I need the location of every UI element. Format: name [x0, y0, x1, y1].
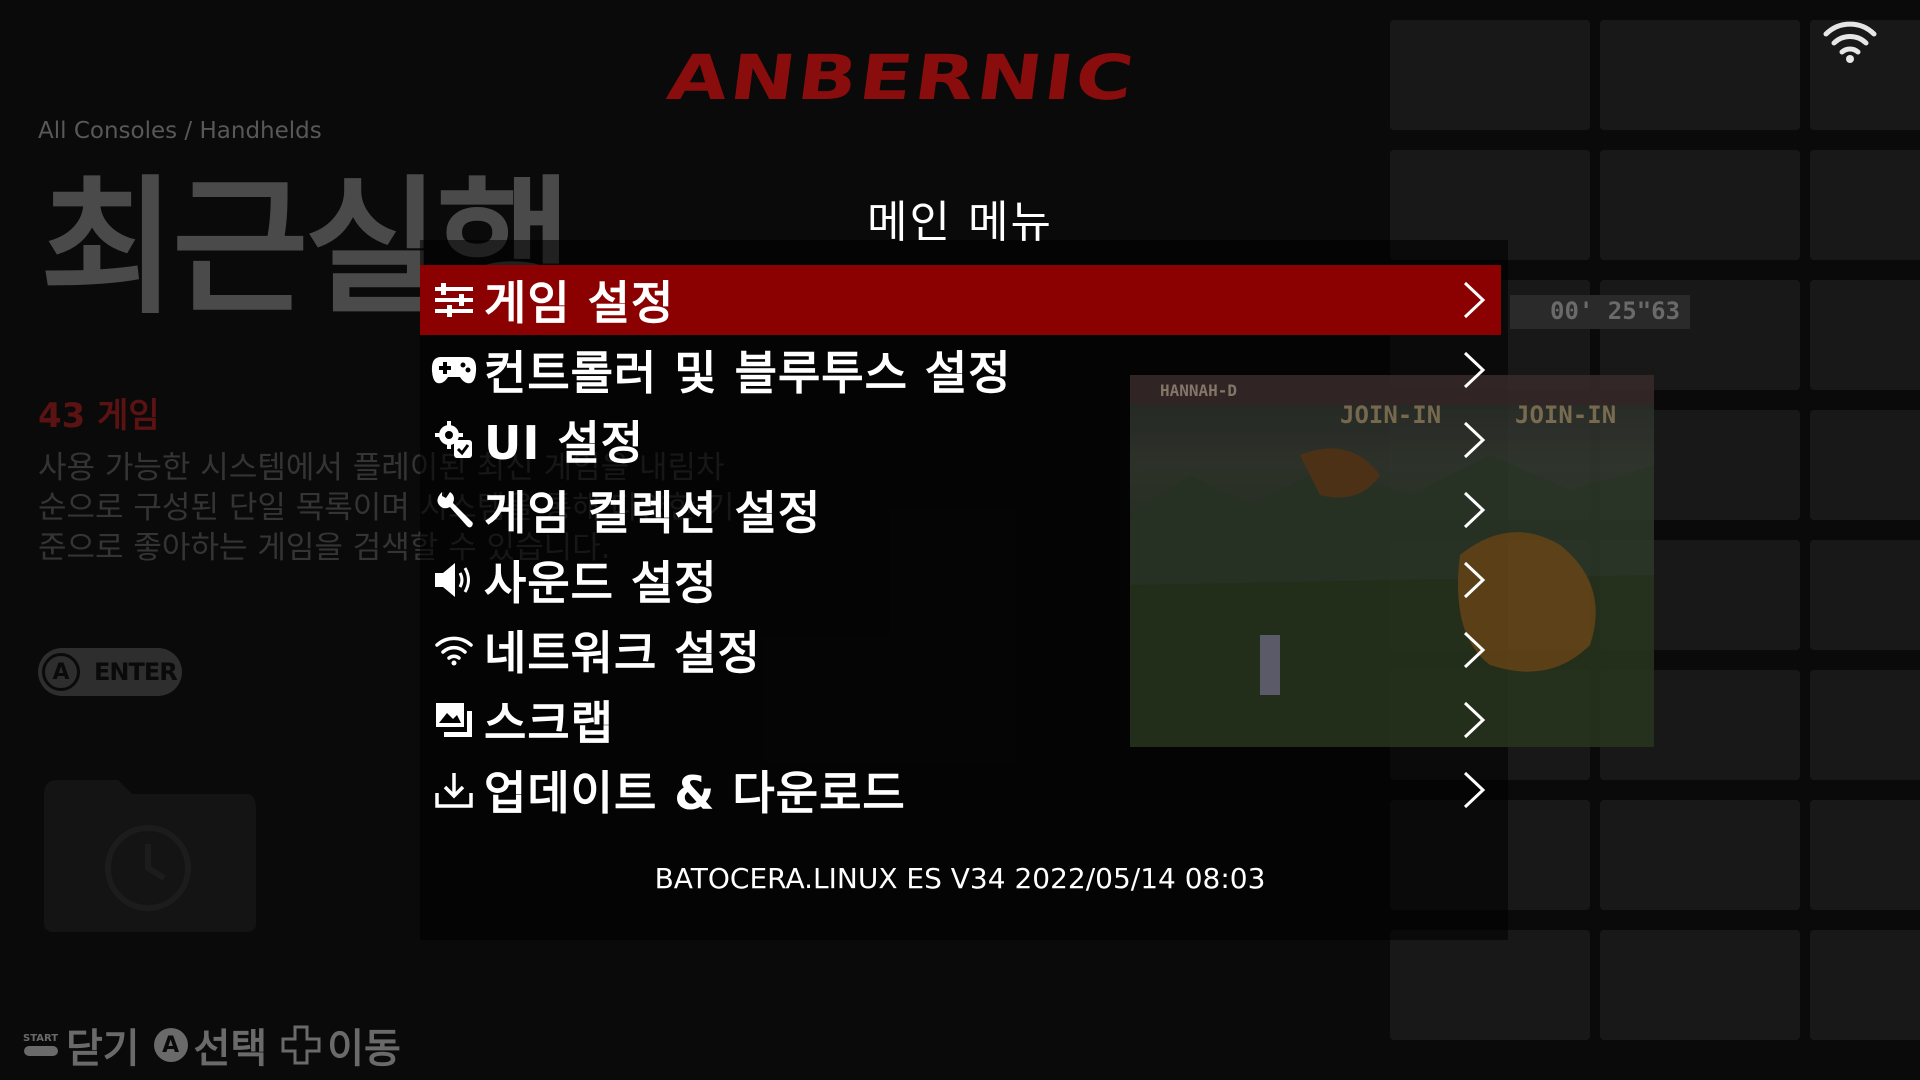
chevron-right-icon — [1463, 491, 1486, 529]
screenshot-timer: 00' 25"63 — [1550, 297, 1681, 325]
chevron-right-icon — [1463, 281, 1486, 319]
menu-item-label: 게임 컬렉션 설정 — [484, 486, 822, 540]
download-icon — [430, 766, 478, 814]
menu-title: 메인 메뉴 — [867, 197, 1053, 248]
wrench-icon — [430, 486, 478, 534]
help-bar: START 닫기 A 선택 이동 — [22, 1020, 415, 1072]
help-move-label: 이동 — [327, 1026, 401, 1072]
gamepad-icon — [430, 346, 478, 394]
sliders-icon — [430, 276, 478, 324]
folder-clock-icon — [44, 780, 256, 932]
start-button-icon: START — [23, 1033, 58, 1056]
help-select: A 선택 — [153, 1016, 268, 1074]
menu-item-collection-settings[interactable]: 게임 컬렉션 설정 — [420, 475, 1501, 545]
breadcrumb[interactable]: All Consoles / Handhelds — [38, 118, 322, 144]
chevron-right-icon — [1463, 561, 1486, 599]
menu-item-label: 스크랩 — [484, 696, 614, 750]
help-select-label: 선택 — [193, 1026, 268, 1072]
ui-gear-icon — [430, 416, 478, 464]
help-close: START 닫기 — [22, 1016, 140, 1074]
main-menu-list: 게임 설정 컨트롤러 및 블루투스 설정 UI 설정 게임 컬렉션 설정 사운드… — [420, 265, 1501, 825]
menu-item-label: 게임 설정 — [484, 276, 675, 330]
chevron-right-icon — [1463, 351, 1486, 389]
menu-item-controller-bluetooth[interactable]: 컨트롤러 및 블루투스 설정 — [420, 335, 1501, 405]
enter-button[interactable]: A ENTER — [38, 648, 182, 696]
a-button-icon: A — [42, 653, 80, 691]
chevron-right-icon — [1463, 701, 1486, 739]
menu-item-game-settings[interactable]: 게임 설정 — [420, 265, 1501, 335]
menu-item-sound-settings[interactable]: 사운드 설정 — [420, 545, 1501, 615]
wifi-status-icon — [1823, 21, 1877, 63]
chevron-right-icon — [1463, 421, 1486, 459]
enter-label: ENTER — [94, 658, 178, 686]
chevron-right-icon — [1463, 631, 1486, 669]
menu-item-label: 사운드 설정 — [484, 556, 718, 610]
menu-item-label: 컨트롤러 및 블루투스 설정 — [484, 346, 1012, 400]
wifi-icon — [430, 626, 478, 674]
anbernic-logo: ANBERNIC — [663, 41, 1141, 114]
screenshot-join-2: JOIN-IN — [1515, 401, 1617, 429]
menu-item-scrape[interactable]: 스크랩 — [420, 685, 1501, 755]
svg-text:START: START — [23, 1033, 58, 1044]
menu-item-label: UI 설정 — [484, 416, 645, 470]
game-count: 43 게임 — [38, 396, 160, 436]
menu-item-label: 네트워크 설정 — [484, 626, 761, 680]
help-close-label: 닫기 — [66, 1026, 140, 1072]
version-info: BATOCERA.LINUX ES V34 2022/05/14 08:03 — [654, 862, 1266, 895]
dpad-icon — [281, 1025, 321, 1065]
menu-item-label: 업데이트 & 다운로드 — [484, 766, 906, 820]
menu-item-network-settings[interactable]: 네트워크 설정 — [420, 615, 1501, 685]
menu-item-ui-settings[interactable]: UI 설정 — [420, 405, 1501, 475]
speaker-icon — [430, 556, 478, 604]
help-move: 이동 — [281, 1016, 401, 1074]
chevron-right-icon — [1463, 771, 1486, 809]
menu-item-update-download[interactable]: 업데이트 & 다운로드 — [420, 755, 1501, 825]
a-button-icon: A — [153, 1028, 188, 1062]
images-icon — [430, 696, 478, 744]
